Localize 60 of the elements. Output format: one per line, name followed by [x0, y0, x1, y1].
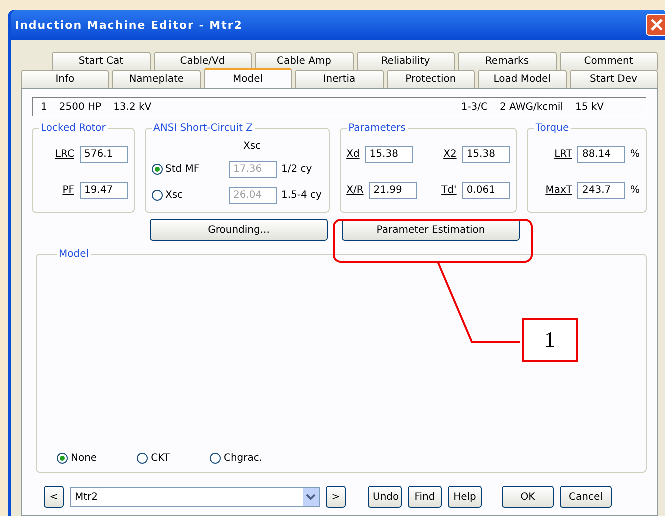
tab[interactable]: Comment [560, 52, 658, 70]
radio-button[interactable]: None [57, 453, 98, 464]
tab[interactable]: Remarks [458, 52, 556, 70]
input-field[interactable]: 0.061 [462, 182, 510, 198]
field-label: X2 [444, 148, 457, 160]
dialog-button[interactable]: Grounding... [150, 219, 328, 241]
field-label: LRT [554, 148, 572, 160]
tab[interactable]: Load Model [478, 70, 567, 88]
input-field[interactable]: 88.14 [577, 146, 626, 162]
unit-label: % [630, 148, 640, 160]
dialog-button[interactable]: Find [408, 486, 442, 508]
summary-text: 1 [41, 102, 48, 112]
field-label: Xd [346, 148, 360, 160]
dialog-button[interactable]: Cancel [560, 486, 612, 508]
summary-text: 2500 HP [59, 102, 102, 112]
tab[interactable]: Model [204, 68, 292, 88]
tab[interactable]: Cable/Vd [154, 52, 252, 70]
dialog-button[interactable]: Parameter Estimation [342, 219, 520, 241]
field-label: Td' [442, 184, 457, 196]
group-title: Parameters [348, 123, 407, 134]
summary-text: 15 kV [575, 102, 604, 112]
field-label: PF [62, 184, 74, 196]
dialog-button[interactable]: Undo [368, 486, 402, 508]
field-label: LRC [55, 148, 74, 160]
summary-text: 2 AWG/kcmil [500, 102, 564, 112]
group-title: Locked Rotor [40, 123, 107, 134]
callout-label: 1 [522, 318, 578, 362]
tab[interactable]: Info [21, 70, 110, 88]
tab[interactable]: Start Cat [52, 52, 150, 70]
dialog-button[interactable]: OK [502, 486, 554, 508]
unit-label: 1.5-4 cy [282, 190, 322, 200]
tab[interactable]: Start Dev [570, 70, 658, 88]
summary-text: 1-3/C [461, 102, 488, 112]
input-field[interactable]: 243.7 [577, 182, 626, 198]
dialog-button[interactable]: Help [448, 486, 482, 508]
window-title: Induction Machine Editor - Mtr2 [15, 18, 243, 32]
field-label: X/R [346, 184, 364, 196]
next-button[interactable]: > [326, 486, 346, 508]
radio-button[interactable]: Chgrac. [210, 453, 263, 464]
column-label: Xsc [244, 140, 262, 152]
group-title: ANSI Short-Circuit Z [152, 123, 254, 134]
group-title: Torque [534, 123, 570, 134]
input-field[interactable]: 21.99 [368, 182, 417, 198]
input-field[interactable]: 15.38 [462, 146, 510, 162]
summary-text: 13.2 kV [114, 102, 152, 112]
input-field[interactable]: 15.38 [364, 146, 413, 162]
unit-label: % [630, 184, 640, 196]
tab[interactable]: Cable Amp [255, 52, 354, 70]
tab[interactable]: Inertia [295, 70, 384, 88]
machine-dropdown[interactable]: Mtr2 [70, 487, 320, 507]
field-label: MaxT [546, 184, 572, 196]
input-field[interactable]: 19.47 [80, 182, 128, 198]
previous-button[interactable]: < [44, 486, 64, 508]
group-title: Model [58, 249, 90, 260]
tab[interactable]: Nameplate [112, 70, 201, 88]
radio-button[interactable]: CKT [137, 453, 170, 464]
input-field[interactable]: 576.1 [80, 146, 128, 162]
tab[interactable]: Protection [386, 70, 476, 88]
unit-label: 1/2 cy [282, 164, 312, 174]
tab[interactable]: Reliability [356, 52, 455, 70]
